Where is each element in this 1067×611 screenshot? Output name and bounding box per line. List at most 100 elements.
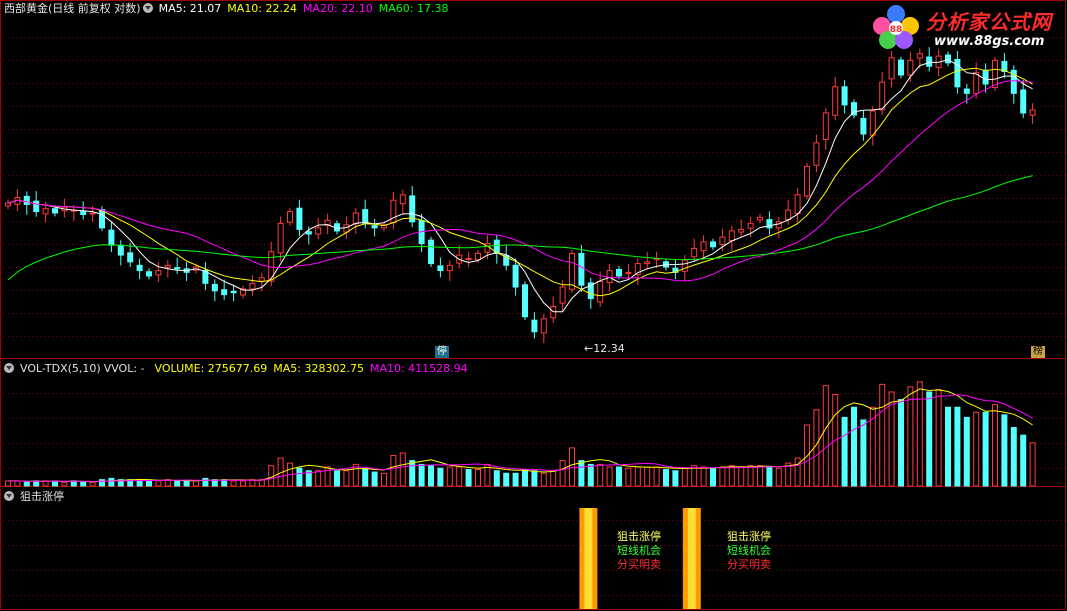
candle-body <box>155 270 162 276</box>
candle-body <box>738 228 745 233</box>
volume-bar <box>146 480 152 487</box>
volume-bar <box>409 460 416 487</box>
candle-body <box>258 277 265 282</box>
volume-value: VOLUME: 275677.69 <box>154 362 268 375</box>
volume-bar <box>61 481 68 487</box>
signal-bar-highlight <box>687 508 696 609</box>
volume-ma5-line <box>8 388 1033 483</box>
candle-body <box>728 230 735 242</box>
price-header: 西部黄金(日线 前复权 对数) MA5: 21.07 MA10: 22.24 MA20… <box>4 2 454 16</box>
candle-body <box>926 56 933 67</box>
volume-bar <box>945 406 951 487</box>
volume-bar <box>550 470 557 487</box>
volume-bar <box>822 385 829 487</box>
volume-bar <box>343 470 350 487</box>
candle-body <box>512 264 519 288</box>
vol-indicator-name: VOL-TDX(5,10) <box>20 362 101 375</box>
candle-body <box>822 112 829 141</box>
volume-bar <box>371 471 378 487</box>
volume-bar <box>334 470 340 487</box>
signal-line2: 短线机会 <box>617 544 661 557</box>
chevron-down-icon[interactable] <box>4 491 14 501</box>
candle-body <box>540 318 547 334</box>
vol-ma10-value: MA10: 411528.94 <box>369 362 468 375</box>
candle-body <box>841 86 848 106</box>
candle-body <box>305 231 312 235</box>
candle-body <box>907 59 914 76</box>
candle-body <box>136 264 143 272</box>
volume-bar <box>587 463 594 487</box>
volume-bar <box>418 463 425 487</box>
candle-body <box>221 289 228 296</box>
candle-body <box>446 264 453 272</box>
signal-bar-highlight <box>584 508 593 609</box>
volume-bar <box>512 472 519 487</box>
chevron-down-icon[interactable] <box>4 363 14 373</box>
candle-body <box>362 209 369 224</box>
volume-bar <box>202 477 209 487</box>
candle-body <box>644 261 651 265</box>
candle-body <box>916 53 923 59</box>
candle-body <box>992 59 998 88</box>
volume-bar <box>578 460 585 487</box>
volume-bar <box>757 465 763 487</box>
candle-body <box>869 110 876 136</box>
volume-bar <box>672 470 679 487</box>
flower-logo-icon: 88 <box>873 5 919 49</box>
volume-bar <box>681 467 688 487</box>
candle-body <box>681 259 688 272</box>
volume-bar <box>522 468 528 487</box>
candle-body <box>691 247 698 258</box>
ma20-line <box>7 80 1033 282</box>
candle-body <box>813 142 820 166</box>
volume-bar <box>992 404 998 487</box>
volume-bar <box>1001 414 1008 487</box>
chevron-down-icon[interactable] <box>142 3 153 13</box>
volume-bar <box>907 386 914 487</box>
volume-bar <box>315 470 322 487</box>
candle-body <box>531 319 538 333</box>
logo-url[interactable]: www.88gs.com <box>934 34 1044 49</box>
candle-body <box>578 252 585 286</box>
volume-bar <box>399 452 406 487</box>
candle-body <box>1029 109 1036 116</box>
volume-bar <box>738 466 745 487</box>
candle-body <box>99 209 105 229</box>
volume-bar <box>710 467 716 487</box>
ma10-value: MA10: 22.24 <box>227 2 298 15</box>
volume-bar <box>493 470 500 487</box>
volume-bar <box>644 466 651 487</box>
candle-body <box>757 216 763 221</box>
chart-frame <box>0 0 1066 610</box>
volume-bar <box>14 480 21 487</box>
chart-stage: 西部黄金(日线 前复权 对数) MA5: 21.07 MA10: 22.24 MA20… <box>0 0 1067 611</box>
candle-body <box>108 229 115 246</box>
volume-bar <box>879 383 886 487</box>
candle-body <box>888 57 895 80</box>
volume-bar <box>230 480 237 487</box>
candle-body <box>616 268 622 277</box>
volume-bar <box>719 466 726 487</box>
candle-body <box>146 271 152 277</box>
volume-bar <box>362 468 369 487</box>
volume-bar <box>653 466 660 487</box>
volume-bar <box>381 472 387 487</box>
volume-bar <box>1010 427 1017 487</box>
stop-tag: 停 <box>435 346 449 358</box>
candle-body <box>352 212 359 225</box>
candle-body <box>625 271 632 274</box>
volume-bar <box>108 477 115 487</box>
volume-bar <box>23 481 30 487</box>
candle-body <box>794 194 801 215</box>
volume-bar <box>390 455 397 487</box>
candle-body <box>127 252 134 263</box>
site-logo: 88 分析家公式网 www.88gs.com <box>868 2 1064 54</box>
volume-bar <box>503 472 510 487</box>
volume-bar <box>625 467 632 487</box>
volume-bar <box>634 466 641 487</box>
volume-bar <box>465 468 472 487</box>
candle-body <box>399 194 406 205</box>
volume-bar <box>1029 442 1036 487</box>
volume-bar <box>475 468 481 487</box>
candle-body <box>390 199 397 224</box>
